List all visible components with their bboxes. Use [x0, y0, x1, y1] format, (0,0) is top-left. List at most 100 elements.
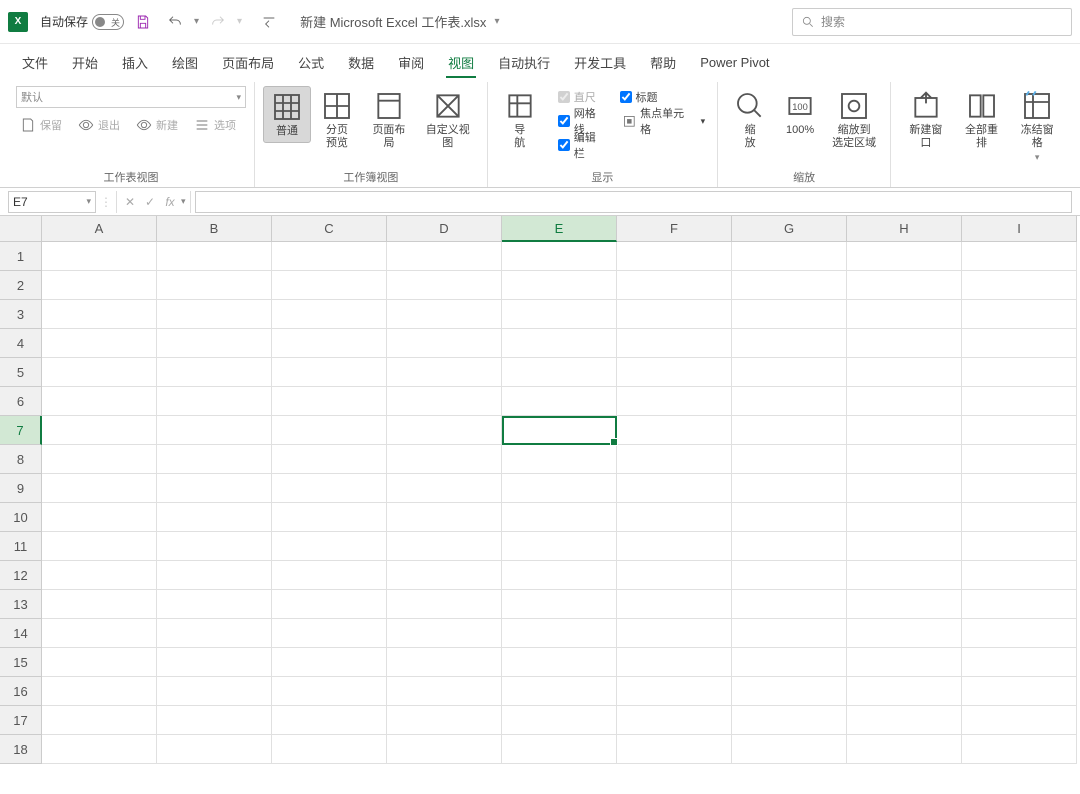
cell[interactable]: [847, 242, 962, 271]
select-all-corner[interactable]: [0, 216, 42, 242]
cell[interactable]: [502, 532, 617, 561]
cell[interactable]: [157, 648, 272, 677]
cell[interactable]: [617, 300, 732, 329]
col-header-H[interactable]: H: [847, 216, 962, 242]
redo-button[interactable]: [205, 9, 231, 35]
cell[interactable]: [157, 329, 272, 358]
cell[interactable]: [42, 271, 157, 300]
cell[interactable]: [272, 532, 387, 561]
tab-powerpivot[interactable]: Power Pivot: [688, 49, 781, 76]
cell[interactable]: [387, 329, 502, 358]
cell[interactable]: [272, 416, 387, 445]
cell[interactable]: [847, 532, 962, 561]
cell[interactable]: [732, 271, 847, 300]
cell[interactable]: [387, 677, 502, 706]
cell[interactable]: [617, 445, 732, 474]
cell[interactable]: [42, 561, 157, 590]
cell[interactable]: [387, 387, 502, 416]
cell[interactable]: [502, 561, 617, 590]
cell[interactable]: [272, 648, 387, 677]
cell[interactable]: [732, 416, 847, 445]
cell[interactable]: [387, 648, 502, 677]
col-header-A[interactable]: A: [42, 216, 157, 242]
cell[interactable]: [502, 474, 617, 503]
cell[interactable]: [42, 648, 157, 677]
new-window-button[interactable]: 新建窗口: [899, 86, 953, 154]
tab-help[interactable]: 帮助: [638, 47, 688, 78]
row-header[interactable]: 9: [0, 474, 42, 503]
cell[interactable]: [617, 358, 732, 387]
cell[interactable]: [157, 474, 272, 503]
cell[interactable]: [502, 735, 617, 764]
cell[interactable]: [617, 677, 732, 706]
cell[interactable]: [732, 387, 847, 416]
cell[interactable]: [502, 619, 617, 648]
cell[interactable]: [847, 387, 962, 416]
cell[interactable]: [962, 532, 1077, 561]
cell[interactable]: [157, 358, 272, 387]
cell[interactable]: [962, 619, 1077, 648]
row-header[interactable]: 13: [0, 590, 42, 619]
cell[interactable]: [157, 242, 272, 271]
cell[interactable]: [42, 387, 157, 416]
cell[interactable]: [732, 445, 847, 474]
autosave-control[interactable]: 自动保存 关: [40, 13, 124, 30]
row-header[interactable]: 3: [0, 300, 42, 329]
col-header-G[interactable]: G: [732, 216, 847, 242]
col-header-D[interactable]: D: [387, 216, 502, 242]
col-header-F[interactable]: F: [617, 216, 732, 242]
cell[interactable]: [42, 619, 157, 648]
cell[interactable]: [847, 561, 962, 590]
cell[interactable]: [847, 416, 962, 445]
cell[interactable]: [157, 706, 272, 735]
cell[interactable]: [502, 300, 617, 329]
cell[interactable]: [502, 503, 617, 532]
cell[interactable]: [42, 474, 157, 503]
cell[interactable]: [157, 416, 272, 445]
zoom-button[interactable]: 缩 放: [726, 86, 774, 154]
cell[interactable]: [847, 329, 962, 358]
cell[interactable]: [502, 416, 617, 445]
tab-home[interactable]: 开始: [60, 47, 110, 78]
cell[interactable]: [732, 561, 847, 590]
cell[interactable]: [157, 503, 272, 532]
cell[interactable]: [387, 242, 502, 271]
cell[interactable]: [617, 474, 732, 503]
cell[interactable]: [962, 416, 1077, 445]
document-title[interactable]: 新建 Microsoft Excel 工作表.xlsx: [300, 12, 486, 31]
cell[interactable]: [42, 445, 157, 474]
cell[interactable]: [732, 300, 847, 329]
cell[interactable]: [157, 735, 272, 764]
cell[interactable]: [847, 445, 962, 474]
tab-developer[interactable]: 开发工具: [562, 47, 638, 78]
cell[interactable]: [157, 561, 272, 590]
cell[interactable]: [732, 474, 847, 503]
cell[interactable]: [387, 619, 502, 648]
cell[interactable]: [962, 706, 1077, 735]
row-header[interactable]: 15: [0, 648, 42, 677]
row-header[interactable]: 12: [0, 561, 42, 590]
cell[interactable]: [502, 706, 617, 735]
cell[interactable]: [272, 300, 387, 329]
enter-icon[interactable]: ✓: [141, 193, 159, 211]
cell[interactable]: [502, 677, 617, 706]
cell[interactable]: [847, 590, 962, 619]
custom-view-button[interactable]: 自定义视图: [417, 86, 479, 154]
cell[interactable]: [962, 735, 1077, 764]
cell[interactable]: [962, 300, 1077, 329]
cell[interactable]: [502, 329, 617, 358]
tab-file[interactable]: 文件: [10, 47, 60, 78]
cell[interactable]: [732, 329, 847, 358]
cell[interactable]: [962, 474, 1077, 503]
formula-bar-checkbox[interactable]: 编辑栏: [556, 134, 606, 156]
cell[interactable]: [962, 503, 1077, 532]
cell[interactable]: [272, 590, 387, 619]
focus-cell-button[interactable]: 焦点单元格▾: [618, 110, 710, 132]
cell[interactable]: [847, 677, 962, 706]
zoom-100-button[interactable]: 100 100%: [776, 86, 824, 141]
cell[interactable]: [617, 648, 732, 677]
cell[interactable]: [962, 648, 1077, 677]
formula-input[interactable]: [195, 191, 1072, 213]
cell[interactable]: [387, 271, 502, 300]
tab-page-layout[interactable]: 页面布局: [210, 47, 286, 78]
